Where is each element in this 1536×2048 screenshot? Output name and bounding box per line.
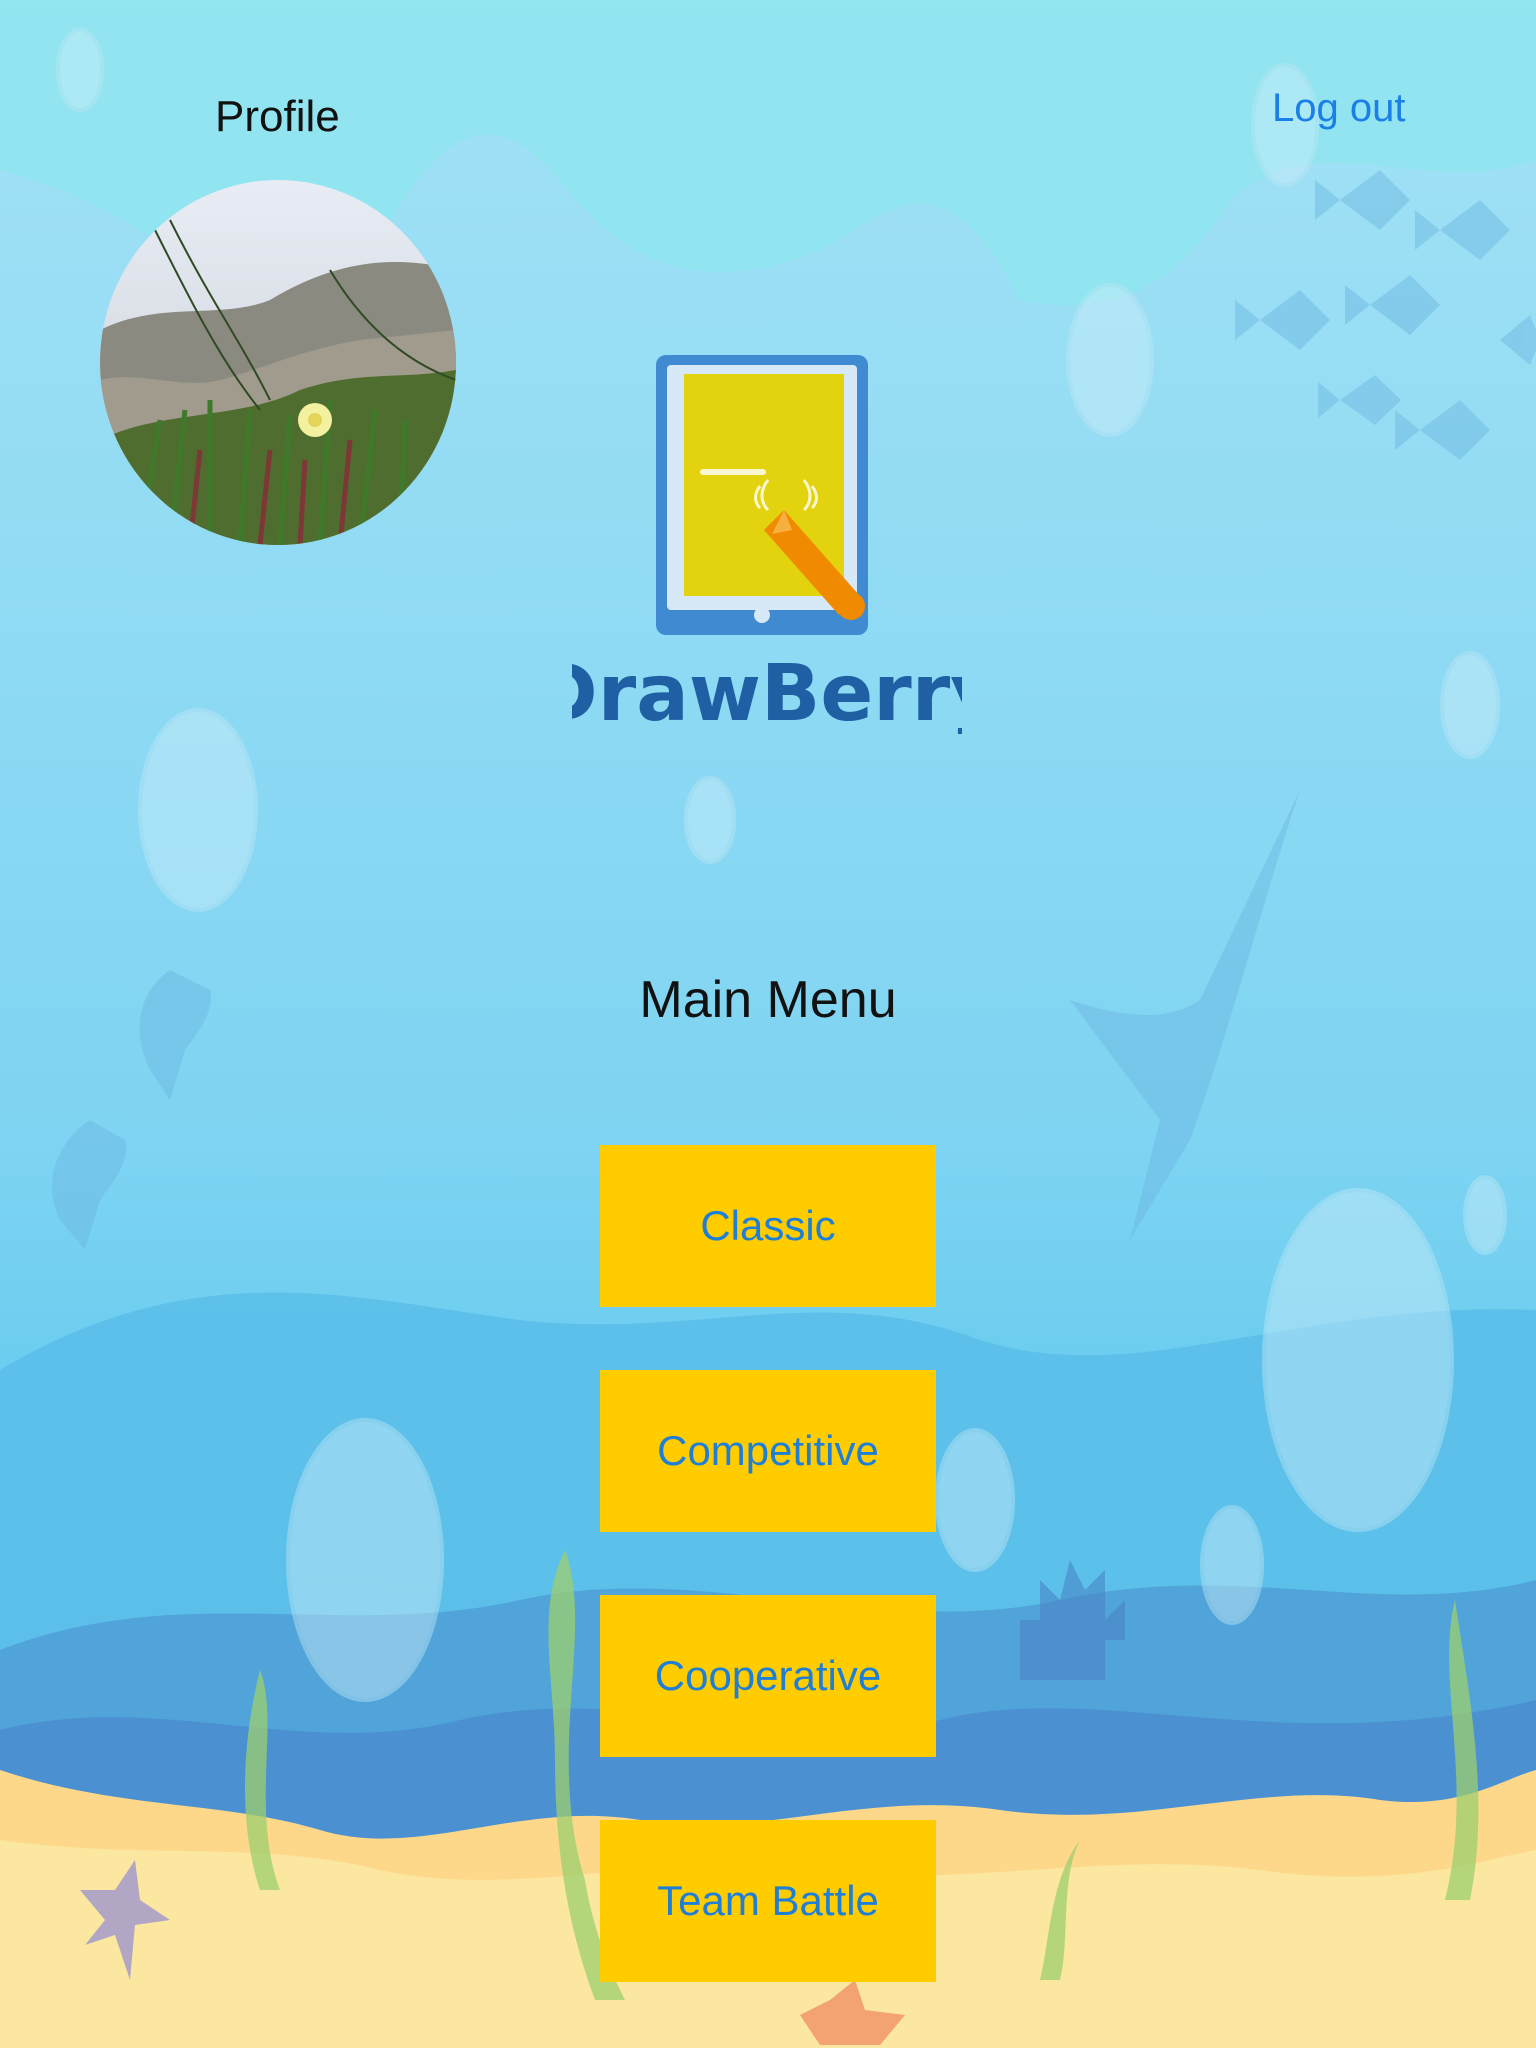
- avatar[interactable]: [100, 180, 456, 545]
- drawberry-logo: DrawBerry: [533, 350, 1001, 739]
- logout-link[interactable]: Log out: [1272, 86, 1405, 131]
- logo-wordmark: DrawBerry: [572, 649, 962, 734]
- classic-button[interactable]: Classic: [600, 1145, 936, 1307]
- competitive-button[interactable]: Competitive: [600, 1370, 936, 1532]
- page-title: Main Menu: [639, 971, 897, 1029]
- profile-photo: [100, 180, 456, 545]
- cooperative-button[interactable]: Cooperative: [600, 1595, 936, 1757]
- profile-title: Profile: [215, 92, 340, 141]
- team-battle-button[interactable]: Team Battle: [600, 1820, 936, 1982]
